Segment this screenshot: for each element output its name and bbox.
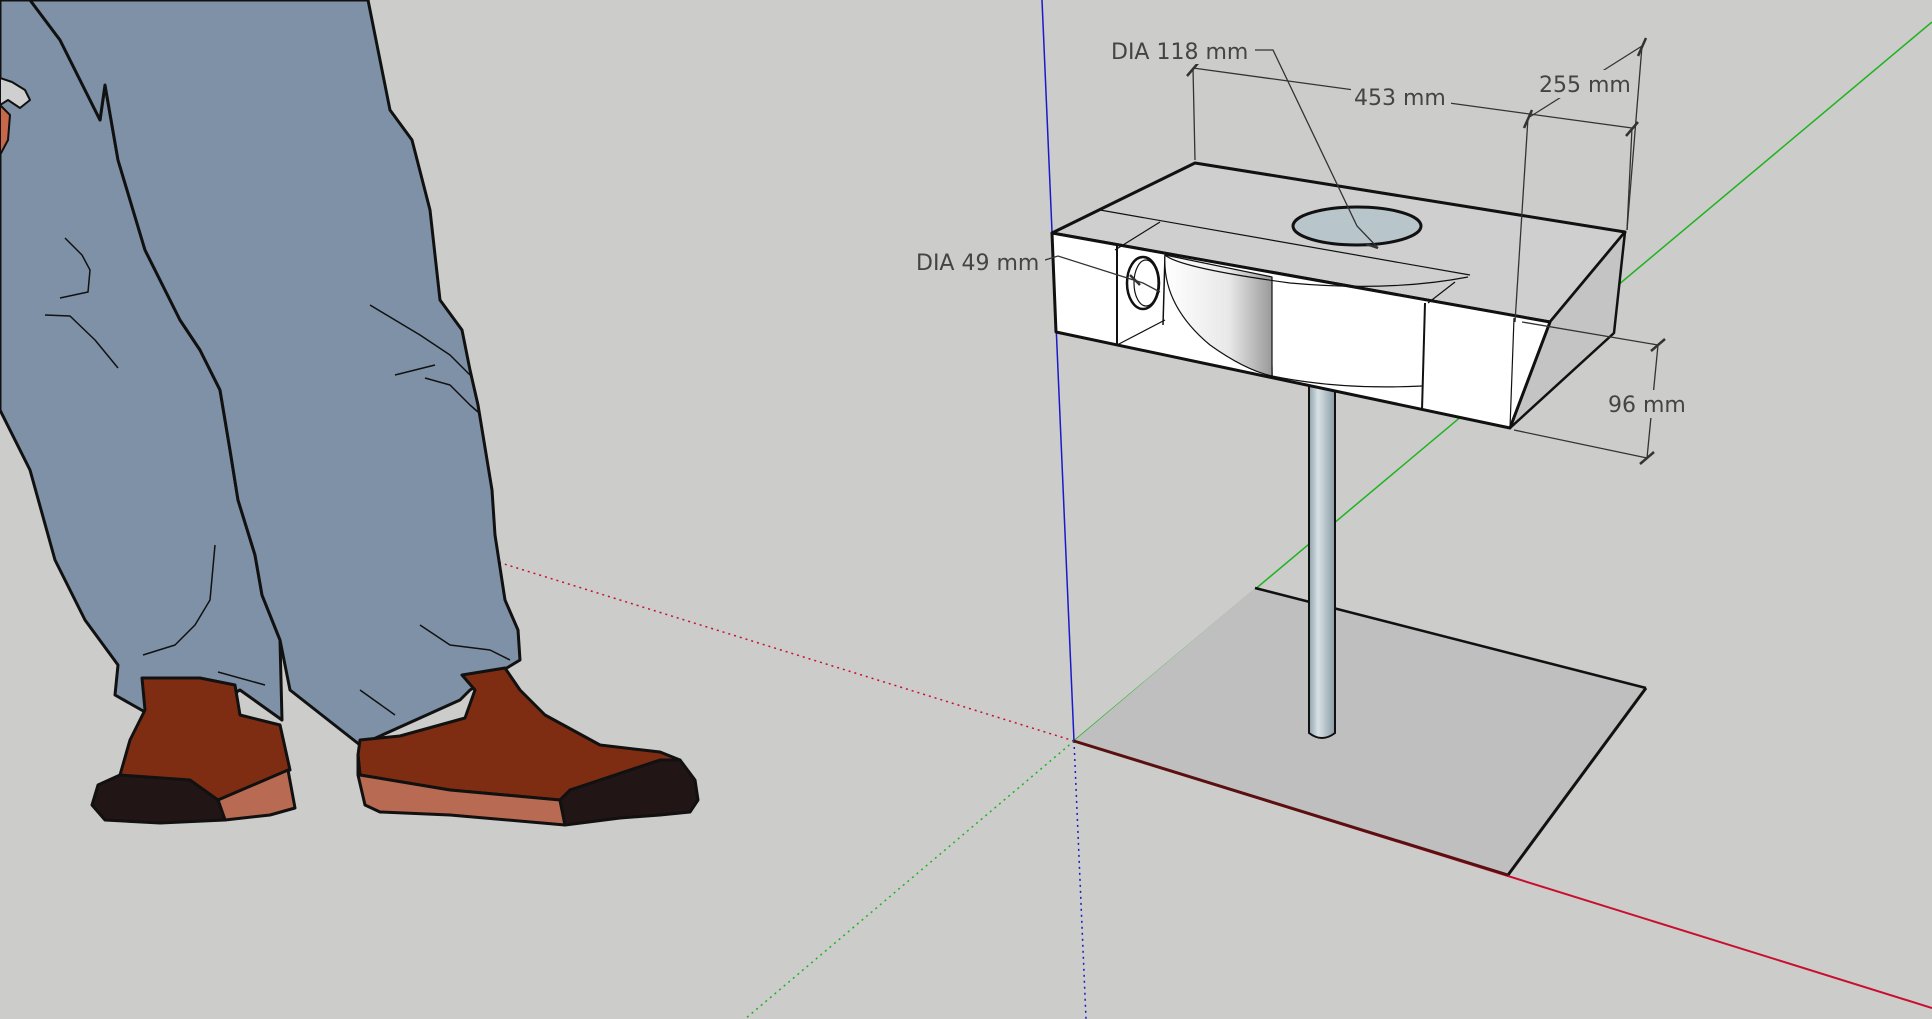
scene-canvas[interactable]: DIA 118 mm 453 mm 255 mm DIA 49 mm 96 mm <box>0 0 1932 1019</box>
pole-body <box>1308 379 1336 739</box>
dim-dia-top-label[interactable]: DIA 118 mm <box>1111 40 1248 65</box>
scale-figure[interactable] <box>0 0 700 827</box>
green-axis-negative <box>744 740 1075 1019</box>
blue-axis <box>1041 0 1075 742</box>
dim-height-label[interactable]: 96 mm <box>1608 393 1686 418</box>
dim-length-label[interactable]: 453 mm <box>1354 86 1446 111</box>
base-plate[interactable] <box>1073 586 1648 877</box>
dim-width-label[interactable]: 255 mm <box>1539 73 1631 98</box>
base-plate-face <box>1074 588 1646 875</box>
enclosure-box[interactable] <box>1050 161 1627 430</box>
dim-dia-side-label[interactable]: DIA 49 mm <box>916 251 1039 276</box>
blue-axis-negative <box>1073 740 1087 1019</box>
support-pole[interactable] <box>1308 379 1336 739</box>
3d-viewport[interactable]: DIA 118 mm 453 mm 255 mm DIA 49 mm 96 mm <box>0 0 1932 1019</box>
